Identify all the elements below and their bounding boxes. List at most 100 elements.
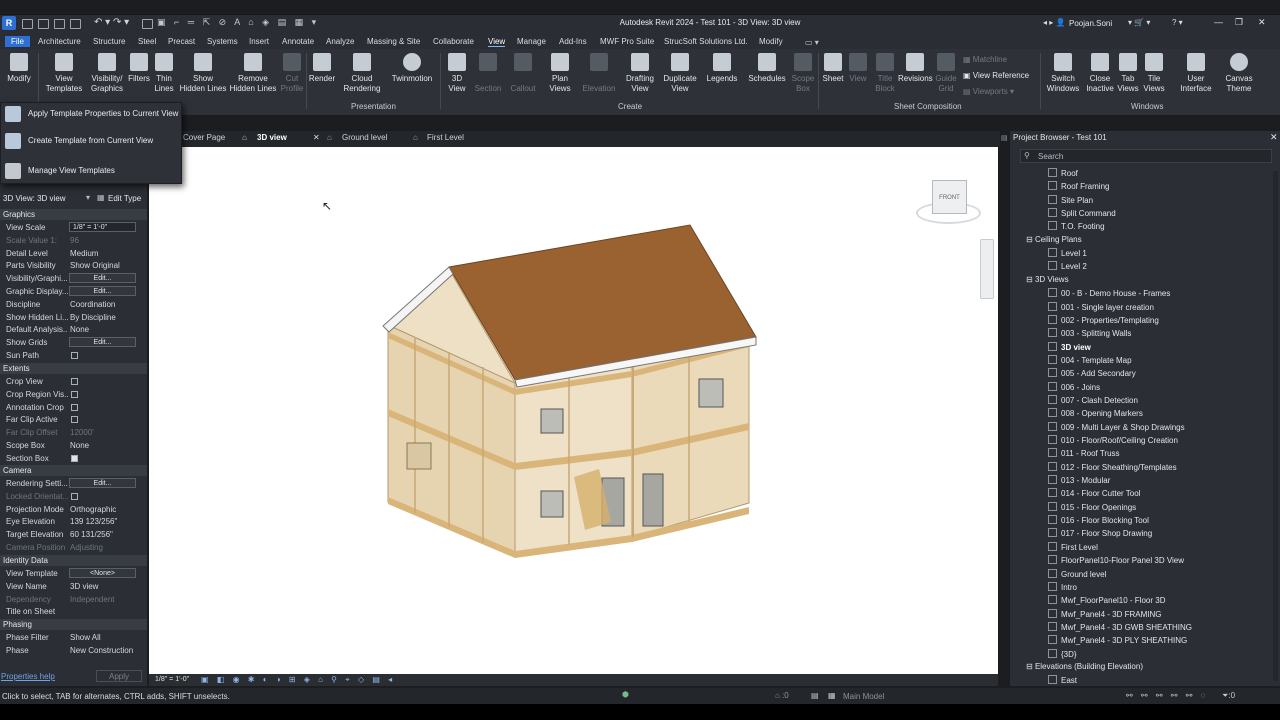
thin-lines-button[interactable]: Thin Lines xyxy=(153,53,175,94)
browser-item[interactable]: 004 - Template Map xyxy=(1048,354,1132,365)
prop-row-sun-path[interactable]: Sun Path xyxy=(0,349,147,362)
prop-row-target-elevation[interactable]: Target Elevation 60 131/256" xyxy=(0,528,147,541)
modify-button[interactable]: Modify xyxy=(5,53,33,84)
doc-tab-3d-view[interactable]: 3D view xyxy=(257,133,287,142)
doc-tab-cover-page[interactable]: Cover Page xyxy=(183,133,225,142)
viewports-button[interactable]: ▤ Viewports ▾ xyxy=(963,87,1014,96)
prop-row-title-on-sheet[interactable]: Title on Sheet xyxy=(0,605,147,618)
browser-item[interactable]: Mwf_Panel4 - 3D PLY SHEATHING xyxy=(1048,635,1187,645)
undo-icon[interactable]: ↶ ▾ ↷ ▾ xyxy=(94,17,129,28)
3d-view-button[interactable]: 3D View xyxy=(446,53,468,94)
tabs-menu-icon[interactable]: ▤ xyxy=(1001,134,1008,142)
prop-row-detail-level[interactable]: Detail Level Medium xyxy=(0,247,147,260)
type-selector[interactable]: 3D View: 3D view ▾ ▦ Edit Type xyxy=(0,192,147,204)
prop-edit-button[interactable]: Edit... xyxy=(69,478,136,488)
browser-item[interactable]: Site Plan xyxy=(1048,194,1093,205)
browser-item[interactable]: Roof xyxy=(1048,168,1078,178)
show-hidden-lines-button[interactable]: Show Hidden Lines xyxy=(179,53,227,94)
duplicate-view-button[interactable]: Duplicate View xyxy=(661,53,699,94)
sync-icon[interactable] xyxy=(70,19,81,29)
prop-row-view-name[interactable]: View Name 3D view xyxy=(0,580,147,593)
remove-hidden-lines-button[interactable]: Remove Hidden Lines xyxy=(229,53,277,94)
browser-item[interactable]: 011 - Roof Truss xyxy=(1048,448,1120,458)
selection-filters-icons[interactable]: ⚯ ⚯ ⚯ ⚯ ⚯ ◌ xyxy=(1126,691,1208,700)
browser-group[interactable]: ⊟ Elevations (Building Elevation) xyxy=(1026,662,1143,671)
apply-button[interactable]: Apply xyxy=(96,670,142,682)
tab-analyze[interactable]: Analyze xyxy=(326,37,354,46)
restore-button[interactable]: ❐ xyxy=(1235,17,1243,28)
visibility-graphics-button[interactable]: Visibility/Graphics xyxy=(88,53,126,94)
browser-item[interactable]: 3D view xyxy=(1048,341,1091,352)
browser-item[interactable]: 006 - Joins xyxy=(1048,381,1100,392)
prop-row-annotation-crop[interactable]: Annotation Crop xyxy=(0,401,147,414)
active-model-dropdown[interactable]: Main Model xyxy=(843,692,884,701)
user-icon[interactable]: ◂ ▸ 👤 xyxy=(1043,18,1065,27)
tab-strucsoft[interactable]: StrucSoft Solutions Ltd. xyxy=(664,37,748,46)
browser-item[interactable]: East xyxy=(1048,675,1077,685)
browser-group[interactable]: ⊟ Ceiling Plans xyxy=(1026,235,1082,244)
matchline-button[interactable]: ▦ Matchline xyxy=(963,55,1007,64)
browser-search-input[interactable]: ⚲ Search xyxy=(1020,149,1272,163)
editing-requests-icon[interactable]: ▦ xyxy=(828,691,836,700)
tab-precast[interactable]: Precast xyxy=(168,37,195,46)
folder-icon[interactable] xyxy=(38,19,49,29)
tab-mwf-pro-suite[interactable]: MWF Pro Suite xyxy=(600,37,654,46)
prop-checkbox[interactable] xyxy=(71,416,78,424)
tab-steel[interactable]: Steel xyxy=(138,37,156,46)
close-tab-icon[interactable]: ✕ xyxy=(313,133,320,142)
save-icon[interactable] xyxy=(54,19,65,29)
prop-checkbox[interactable] xyxy=(71,390,78,398)
help-icon[interactable]: ? ▾ xyxy=(1172,18,1183,27)
tab-views-button[interactable]: Tab Views xyxy=(1117,53,1139,94)
elevation-button[interactable]: Elevation xyxy=(581,53,617,94)
open-icon[interactable] xyxy=(22,19,33,29)
user-name[interactable]: Poojan.Soni xyxy=(1069,19,1112,28)
prop-row-parts-visibility[interactable]: Parts Visibility Show Original xyxy=(0,259,147,272)
drafting-view-button[interactable]: Drafting View xyxy=(622,53,658,94)
prop-row-projection-mode[interactable]: Projection Mode Orthographic xyxy=(0,503,147,516)
prop-row-phase[interactable]: Phase New Construction xyxy=(0,644,147,657)
browser-item[interactable]: 010 - Floor/Roof/Ceiling Creation xyxy=(1048,435,1178,445)
tab-massing-site[interactable]: Massing & Site xyxy=(367,37,420,46)
prop-row-far-clip-active[interactable]: Far Clip Active xyxy=(0,413,147,426)
close-window-button[interactable]: ✕ xyxy=(1258,17,1266,28)
prop-row-graphic-display[interactable]: Graphic Display... Edit... xyxy=(0,285,147,298)
prop-row-locked-orientat[interactable]: Locked Orientat... xyxy=(0,490,147,503)
canvas-theme-button[interactable]: Canvas Theme xyxy=(1222,53,1256,94)
cloud-rendering-button[interactable]: Cloud Rendering xyxy=(342,53,382,94)
tab-manage[interactable]: Manage xyxy=(517,37,546,46)
viewcube[interactable]: FRONT xyxy=(932,180,967,214)
prop-checkbox[interactable] xyxy=(71,352,78,359)
close-browser-icon[interactable]: ✕ xyxy=(1270,132,1278,143)
prop-row-crop-view[interactable]: Crop View xyxy=(0,375,147,388)
section-camera[interactable]: Camera xyxy=(0,465,147,476)
tab-annotate[interactable]: Annotate xyxy=(282,37,314,46)
close-inactive-button[interactable]: Close Inactive xyxy=(1084,53,1116,94)
account-dropdown-icon[interactable]: ▾ 🛒 ▾ xyxy=(1128,18,1150,27)
legends-button[interactable]: Legends xyxy=(705,53,739,84)
browser-item[interactable]: 005 - Add Secondary xyxy=(1048,368,1136,378)
prop-row-camera-position[interactable]: Camera Position Adjusting xyxy=(0,541,147,554)
prop-row-default-analysis[interactable]: Default Analysis... None xyxy=(0,323,147,336)
prop-value-field[interactable]: 1/8" = 1'-0" xyxy=(69,222,136,232)
browser-item[interactable]: 016 - Floor Blocking Tool xyxy=(1048,515,1149,525)
tab-modify[interactable]: Modify xyxy=(759,37,783,46)
quick-access-toolbar[interactable]: ▣ ⌐ ═ ⇱ ⊘ A ⌂ ◈ ▤ ▦ ▾ xyxy=(157,17,319,28)
browser-item[interactable]: 00 - B - Demo House - Frames xyxy=(1048,288,1170,298)
switch-windows-button[interactable]: Switch Windows xyxy=(1045,53,1081,94)
callout-button[interactable]: Callout xyxy=(508,53,538,94)
scope-box-button[interactable]: Scope Box xyxy=(791,53,815,94)
browser-item[interactable]: Split Command xyxy=(1048,208,1116,218)
sheet-button[interactable]: Sheet xyxy=(821,53,845,84)
prop-edit-button[interactable]: Edit... xyxy=(69,286,136,296)
browser-item[interactable]: Level 2 xyxy=(1048,261,1087,271)
manage-view-templates-item[interactable]: Manage View Templates xyxy=(1,160,183,182)
browser-item[interactable]: Intro xyxy=(1048,581,1077,592)
revisions-button[interactable]: Revisions xyxy=(898,53,933,84)
section-button[interactable]: Section xyxy=(474,53,502,94)
prop-row-rendering-setti[interactable]: Rendering Setti... Edit... xyxy=(0,477,147,490)
browser-item[interactable]: First Level xyxy=(1048,541,1098,552)
view-controls-icons[interactable]: ▣ ◧ ◉ ✱ ◐ ◑ ⊞ ◈ ⌂ ⚲ ⌖ ◇ ▤ ◂ xyxy=(201,675,395,685)
browser-scrollbar[interactable] xyxy=(1273,171,1278,681)
filters-button[interactable]: Filters xyxy=(127,53,151,84)
